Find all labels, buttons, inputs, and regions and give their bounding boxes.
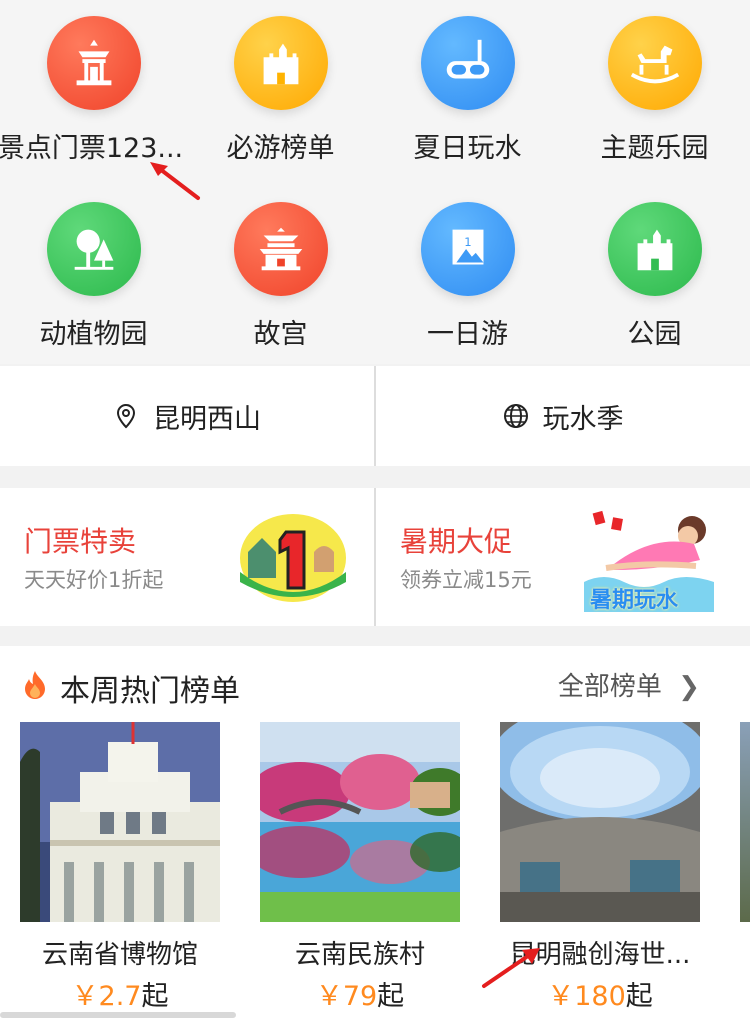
pavilion-icon <box>46 16 141 110</box>
attraction-name: 云南民族村 <box>294 940 425 970</box>
museum-photo <box>20 722 220 922</box>
rocking-horse-icon <box>607 16 702 110</box>
location-row: 昆明西山 玩水季 <box>0 366 750 466</box>
location-water-season[interactable]: 玩水季 <box>376 366 750 466</box>
ticket-sale-illustration <box>240 514 346 602</box>
all-rankings-link[interactable]: 全部榜单 ❯ <box>558 666 700 703</box>
ocean-world-photo <box>500 722 700 922</box>
currency-symbol: ￥ <box>547 981 575 1012</box>
globe-icon <box>503 404 528 428</box>
category-label: 景点门票123... <box>0 133 184 164</box>
location-xishan[interactable]: 昆明西山 <box>0 366 374 466</box>
promo-title: 门票特卖 <box>24 525 137 558</box>
ranking-card-ocean-world[interactable]: 昆明融创海世... ￥180起 <box>500 722 700 1012</box>
location-pin-icon <box>116 403 136 429</box>
promo-title: 暑期大促 <box>400 525 513 558</box>
scroll-indicator <box>0 1012 236 1018</box>
price-suffix: 起 <box>141 981 169 1012</box>
palace-icon <box>233 202 328 296</box>
promo-row: 门票特卖 天天好价1折起 暑期大促 领券立减15元 暑期玩水 <box>0 488 750 626</box>
price-suffix: 起 <box>377 981 405 1012</box>
category-theme-park[interactable]: 主题乐园 <box>561 0 748 182</box>
promo-ticket-sale[interactable]: 门票特卖 天天好价1折起 <box>0 488 374 626</box>
flag-mountain-icon: 1 <box>420 202 515 296</box>
category-grid: 景点门票123... 必游榜单 夏日玩水 主题乐园 动植物园 故宫 1 一日游 … <box>0 0 750 364</box>
tree-icon <box>46 202 141 296</box>
castle-icon <box>607 202 702 296</box>
page: 景点门票123... 必游榜单 夏日玩水 主题乐园 动植物园 故宫 1 一日游 … <box>0 0 750 1026</box>
location-label: 玩水季 <box>542 403 624 435</box>
category-zoo-botanical[interactable]: 动植物园 <box>0 186 187 368</box>
category-label: 故宫 <box>253 319 308 350</box>
category-summer-water[interactable]: 夏日玩水 <box>374 0 561 182</box>
category-label: 动植物园 <box>39 319 148 350</box>
category-day-tour[interactable]: 1 一日游 <box>374 186 561 368</box>
category-scenic-tickets[interactable]: 景点门票123... <box>0 0 187 182</box>
attraction-price: ￥79起 <box>260 974 460 1013</box>
ranking-section: 本周热门榜单 全部榜单 ❯ 云南省博物馆 ￥2.7起 云南民族村 ￥79起 昆明… <box>0 646 750 1026</box>
currency-symbol: ￥ <box>71 981 99 1012</box>
attraction-price: ￥180起 <box>500 974 700 1013</box>
price-value: 2.7 <box>98 981 142 1012</box>
ethnic-village-photo <box>260 722 460 922</box>
category-label: 一日游 <box>427 319 508 350</box>
currency-symbol: ￥ <box>315 981 343 1012</box>
castle-icon <box>233 16 328 110</box>
all-rankings-label: 全部榜单 <box>557 672 662 702</box>
promo-subtitle: 天天好价1折起 <box>24 568 164 592</box>
snorkel-mask-icon <box>420 16 515 110</box>
category-palace[interactable]: 故宫 <box>187 186 374 368</box>
category-label: 主题乐园 <box>600 133 709 164</box>
category-label: 公园 <box>627 319 682 350</box>
location-label: 昆明西山 <box>153 403 261 435</box>
category-label: 夏日玩水 <box>413 133 522 164</box>
category-label: 必游榜单 <box>226 133 335 164</box>
attraction-price: ￥2.7起 <box>20 974 220 1013</box>
chevron-right-icon: ❯ <box>678 672 700 702</box>
ranking-card-ethnic-village[interactable]: 云南民族村 ￥79起 <box>260 722 460 1012</box>
ranking-card-partial[interactable] <box>740 722 750 922</box>
promo-subtitle: 领券立减15元 <box>400 568 532 592</box>
attraction-name: 云南省博物馆 <box>41 940 198 970</box>
summer-badge-text: 暑期玩水 <box>590 588 679 613</box>
category-must-visit[interactable]: 必游榜单 <box>187 0 374 182</box>
ranking-title: 本周热门榜单 <box>60 674 240 709</box>
promo-summer-sale[interactable]: 暑期大促 领券立减15元 暑期玩水 <box>376 488 750 626</box>
category-park[interactable]: 公园 <box>561 186 748 368</box>
flame-icon <box>25 671 45 699</box>
ranking-card-museum[interactable]: 云南省博物馆 ￥2.7起 <box>20 722 220 1012</box>
svg-text:1: 1 <box>464 235 471 249</box>
attraction-name: 昆明融创海世... <box>509 940 691 970</box>
price-suffix: 起 <box>625 981 653 1012</box>
price-value: 180 <box>574 981 626 1012</box>
price-value: 79 <box>342 981 378 1012</box>
